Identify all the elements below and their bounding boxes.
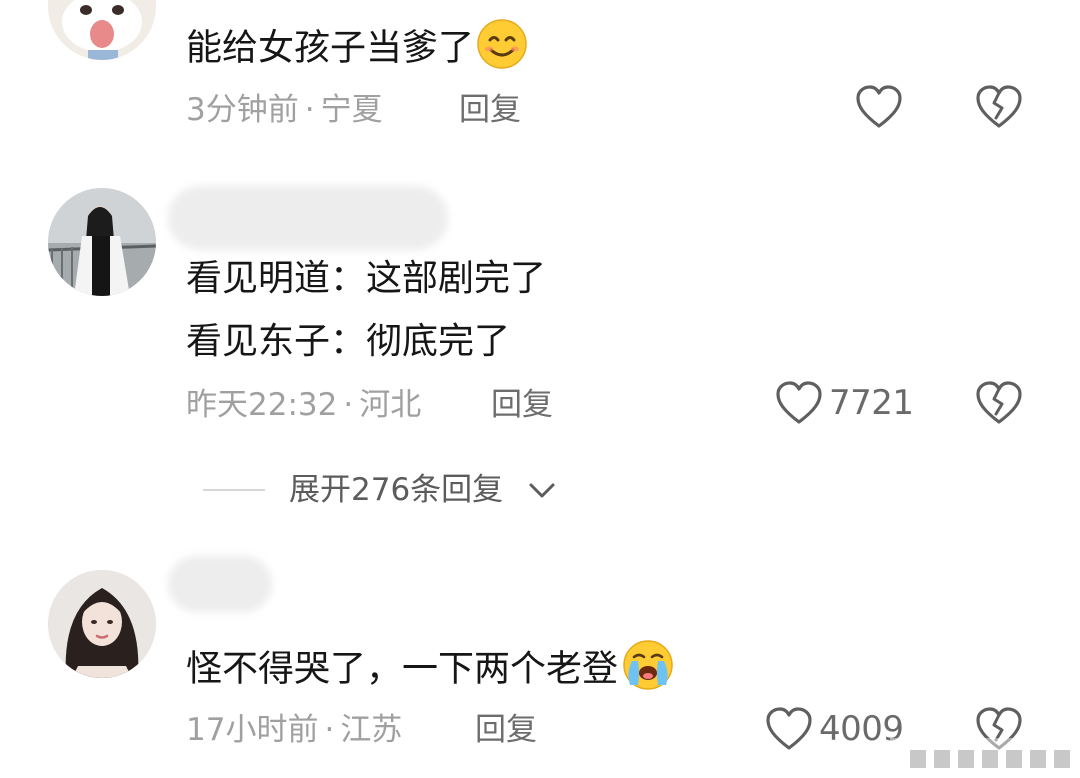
user-avatar-image — [48, 570, 156, 678]
avatar[interactable] — [48, 570, 156, 678]
avatar[interactable] — [48, 188, 156, 296]
expand-replies-row[interactable]: 展开276条回复 — [0, 468, 1080, 512]
comment-item-1: 能给女孩子当爹了 3分钟前 · 宁夏 回复 — [0, 0, 1080, 150]
comment-time: 17小时前 — [186, 712, 319, 748]
dog-avatar-image — [48, 0, 156, 60]
meta-separator: · — [304, 92, 315, 128]
like-button[interactable]: 7721 — [775, 380, 914, 426]
comment-text-line-1: 看见明道：这部剧完了 — [186, 258, 547, 299]
reply-button[interactable]: 回复 — [491, 385, 553, 425]
like-button[interactable] — [855, 84, 903, 130]
reply-button[interactable]: 回复 — [475, 710, 537, 750]
heart-outline-icon — [766, 707, 812, 750]
reply-button[interactable]: 回复 — [459, 90, 521, 130]
divider-line — [203, 489, 265, 491]
comment-meta: 17小时前 · 江苏 — [186, 710, 402, 750]
comment-meta: 昨天22:32 · 河北 — [186, 385, 421, 425]
comment-text: 怪不得哭了，一下两个老登 — [186, 639, 676, 702]
dislike-button[interactable] — [975, 380, 1023, 430]
user-avatar-image — [48, 188, 156, 296]
dislike-button[interactable] — [975, 84, 1023, 134]
comment-text-content: 怪不得哭了，一下两个老登 — [186, 648, 619, 690]
watermark-overlay — [820, 712, 1080, 778]
comment-time: 3分钟前 — [186, 92, 299, 128]
broken-heart-icon — [976, 381, 1022, 424]
comment-text: 能给女孩子当爹了 — [186, 18, 528, 81]
comment-text-line-2: 看见东子：彻底完了 — [186, 321, 511, 362]
like-count: 7721 — [829, 383, 914, 423]
comment-location: 江苏 — [340, 712, 403, 748]
meta-separator: · — [343, 387, 354, 423]
comment-item-2: 看见明道：这部剧完了 看见东子：彻底完了 昨天22:32 · 河北 回复 7721 — [0, 170, 1080, 470]
comment-time: 昨天22:32 — [186, 387, 338, 423]
broken-heart-icon — [976, 85, 1022, 128]
comment-meta: 3分钟前 · 宁夏 — [186, 90, 383, 130]
heart-outline-icon — [776, 381, 822, 424]
crying-face-emoji-icon — [620, 639, 676, 702]
smiling-face-emoji-icon — [476, 18, 528, 81]
comment-location: 河北 — [359, 387, 422, 423]
username-redacted — [168, 186, 448, 250]
heart-outline-icon — [856, 85, 902, 128]
comment-location: 宁夏 — [320, 92, 383, 128]
chevron-down-icon[interactable] — [527, 476, 557, 508]
expand-replies-button[interactable]: 展开276条回复 — [289, 468, 503, 512]
username-redacted — [168, 556, 272, 612]
meta-separator: · — [324, 712, 335, 748]
avatar[interactable] — [48, 0, 156, 60]
comment-text-content: 能给女孩子当爹了 — [186, 27, 475, 69]
